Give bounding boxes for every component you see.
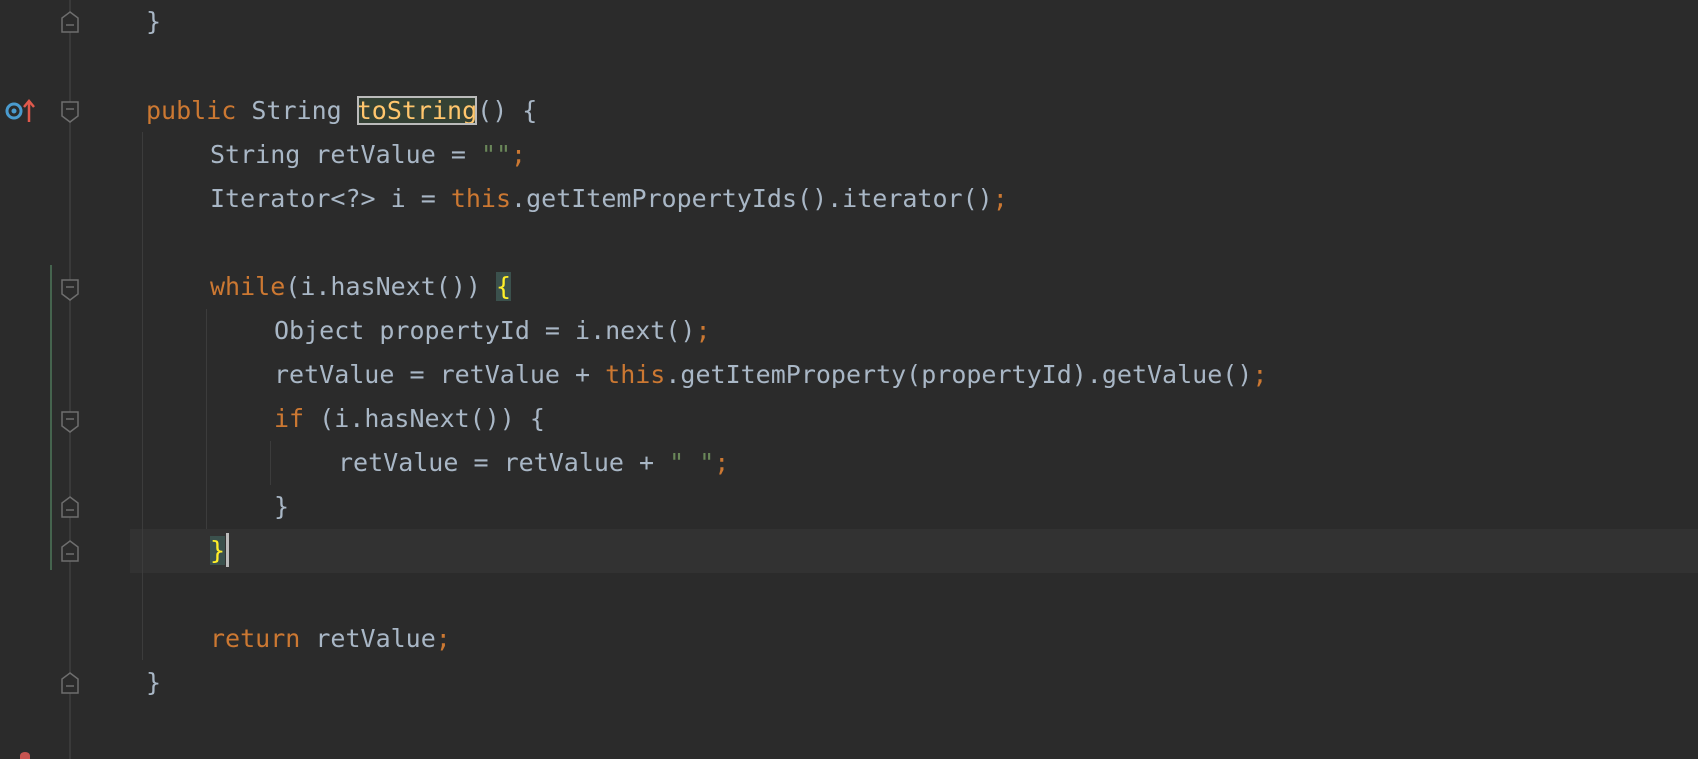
code-line[interactable]: return retValue; xyxy=(210,617,451,661)
code-token: } xyxy=(274,492,290,521)
matched-brace: } xyxy=(210,536,226,565)
string-literal: "" xyxy=(480,140,512,169)
code-token: String xyxy=(236,96,357,125)
keyword-token: ; xyxy=(511,140,527,169)
text-caret xyxy=(226,533,230,567)
code-token: () { xyxy=(477,96,538,125)
code-token: (i.hasNext()) xyxy=(285,272,496,301)
code-token: (i.hasNext()) { xyxy=(304,404,545,433)
code-token: retValue = retValue + xyxy=(338,448,670,477)
keyword-token: public xyxy=(146,96,237,125)
keyword-token: this xyxy=(605,360,666,389)
code-token: Iterator<?> i = xyxy=(210,184,451,213)
matched-brace: { xyxy=(495,272,512,301)
code-token: String retValue = xyxy=(210,140,481,169)
indent-guide xyxy=(206,309,207,529)
code-line[interactable]: retValue = retValue + this.getItemProper… xyxy=(274,353,1267,397)
current-line-highlight xyxy=(130,529,1698,573)
code-line[interactable]: } xyxy=(274,485,289,529)
keyword-token: return xyxy=(210,624,301,653)
keyword-token: ; xyxy=(435,624,451,653)
code-token: .getItemPropertyIds().iterator() xyxy=(511,184,993,213)
code-line[interactable]: Iterator<?> i = this.getItemPropertyIds(… xyxy=(210,177,1008,221)
keyword-token: ; xyxy=(695,316,711,345)
code-token: } xyxy=(146,668,162,697)
string-literal: " " xyxy=(669,448,715,477)
code-line[interactable]: } xyxy=(210,529,230,573)
code-token: .getItemProperty(propertyId).getValue() xyxy=(665,360,1253,389)
code-line[interactable]: while(i.hasNext()) { xyxy=(210,265,512,309)
highlighted-method-name: toString xyxy=(356,96,478,125)
keyword-token: ; xyxy=(714,448,730,477)
code-line[interactable]: if (i.hasNext()) { xyxy=(274,397,545,441)
keyword-token: ; xyxy=(1252,360,1268,389)
code-editor[interactable]: } public String toString() { String retV… xyxy=(0,0,1698,759)
code-token: Object propertyId = i.next() xyxy=(274,316,696,345)
code-token: } xyxy=(146,7,162,36)
keyword-token: while xyxy=(210,272,286,301)
code-area[interactable]: } public String toString() { String retV… xyxy=(0,0,1698,759)
code-line[interactable]: retValue = retValue + " "; xyxy=(338,441,729,485)
code-line[interactable]: String retValue = ""; xyxy=(210,133,526,177)
keyword-token: this xyxy=(450,184,512,213)
keyword-token: ; xyxy=(992,184,1008,213)
code-line[interactable]: } xyxy=(146,0,161,44)
code-token: retValue xyxy=(300,624,436,653)
code-line[interactable]: } xyxy=(146,661,161,705)
indent-guide xyxy=(270,441,271,485)
keyword-token: if xyxy=(274,404,305,433)
code-token: retValue = retValue + xyxy=(274,360,606,389)
code-line[interactable]: Object propertyId = i.next(); xyxy=(274,309,711,353)
indent-guide xyxy=(142,132,143,660)
code-line[interactable]: public String toString() { xyxy=(146,89,537,133)
